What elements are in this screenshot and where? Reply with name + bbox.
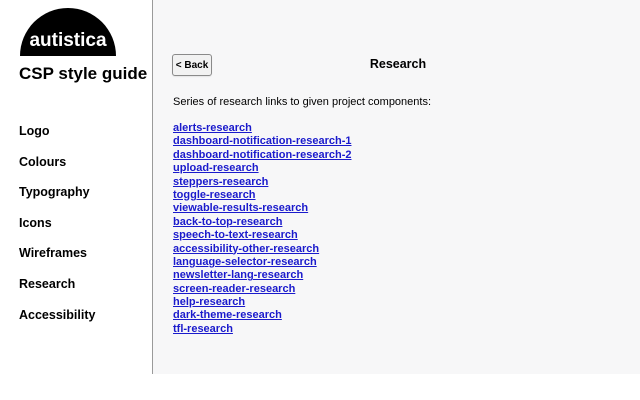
research-link[interactable]: dashboard-notification-research-2	[173, 149, 351, 162]
nav-item-logo[interactable]: Logo	[19, 124, 95, 155]
nav-item-icons[interactable]: Icons	[19, 216, 95, 247]
sidebar: autistica CSP style guide Logo Colours T…	[0, 0, 153, 374]
back-button[interactable]: < Back	[172, 54, 212, 76]
nav-item-wireframes[interactable]: Wireframes	[19, 246, 95, 277]
research-link[interactable]: tfl-research	[173, 323, 351, 336]
main-content: < Back Research Series of research links…	[153, 0, 640, 374]
nav-item-typography[interactable]: Typography	[19, 185, 95, 216]
research-link[interactable]: steppers-research	[173, 176, 351, 189]
research-link[interactable]: dashboard-notification-research-1	[173, 135, 351, 148]
research-link[interactable]: dark-theme-research	[173, 309, 351, 322]
page-title: Research	[369, 57, 427, 71]
nav-item-accessibility[interactable]: Accessibility	[19, 308, 95, 339]
style-guide-title: CSP style guide	[19, 64, 148, 83]
research-link[interactable]: language-selector-research	[173, 256, 351, 269]
research-link[interactable]: accessibility-other-research	[173, 243, 351, 256]
research-link[interactable]: back-to-top-research	[173, 216, 351, 229]
research-link[interactable]: viewable-results-research	[173, 202, 351, 215]
research-link[interactable]: help-research	[173, 296, 351, 309]
research-link[interactable]: upload-research	[173, 162, 351, 175]
logo-text: autistica	[29, 30, 107, 51]
nav-item-colours[interactable]: Colours	[19, 155, 95, 186]
research-link[interactable]: alerts-research	[173, 122, 351, 135]
logo-badge: autistica	[20, 8, 116, 56]
intro-text: Series of research links to given projec…	[173, 96, 432, 108]
research-link[interactable]: speech-to-text-research	[173, 229, 351, 242]
autistica-logo[interactable]: autistica	[20, 6, 116, 56]
research-links: alerts-research dashboard-notification-r…	[173, 122, 351, 336]
nav-item-research[interactable]: Research	[19, 277, 95, 308]
research-link[interactable]: newsletter-lang-research	[173, 269, 351, 282]
research-link[interactable]: toggle-research	[173, 189, 351, 202]
research-link[interactable]: screen-reader-research	[173, 283, 351, 296]
sidebar-nav: Logo Colours Typography Icons Wireframes…	[19, 124, 95, 338]
